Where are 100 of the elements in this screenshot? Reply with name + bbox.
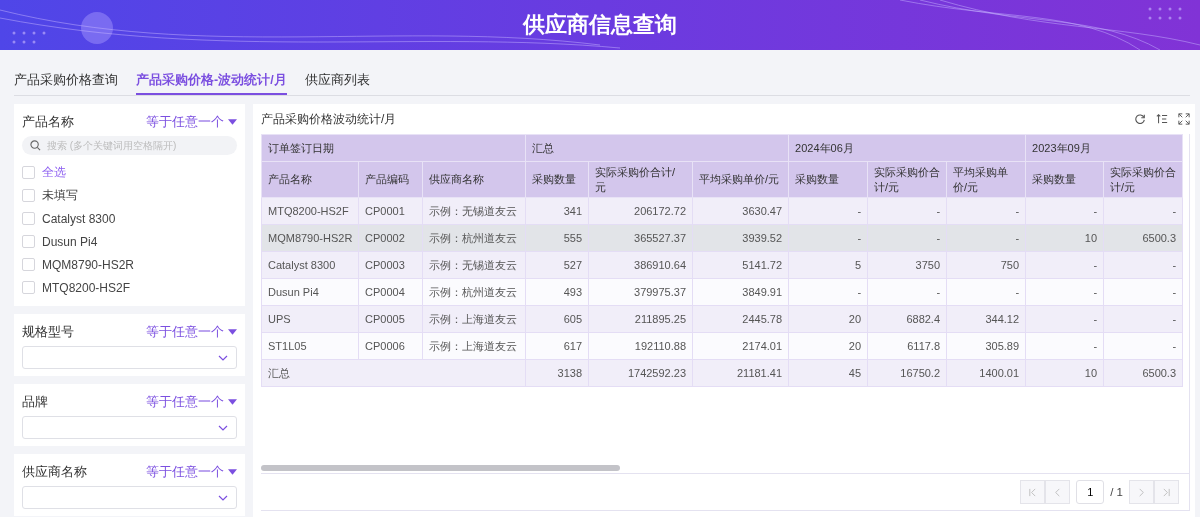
sort-icon[interactable] (1156, 113, 1168, 125)
operator-dropdown[interactable]: 等于任意一个 (146, 323, 237, 341)
table-row[interactable]: Dusun Pi4 CP0004 示例：杭州道友云 493 379975.37 3849.91 - - - - - (261, 278, 1183, 306)
checkbox[interactable] (22, 258, 35, 271)
option-label[interactable]: MTQ8200-HS2F (42, 280, 131, 295)
filter-label: 规格型号 (22, 323, 74, 341)
page-input[interactable]: 1 (1076, 480, 1105, 505)
table-cell: - (1025, 278, 1104, 306)
option-label[interactable]: MQM8790-HS2R (42, 257, 135, 272)
tab[interactable]: 产品采购价格查询 (14, 64, 118, 95)
table-cell: 示例：杭州道友云 (422, 224, 526, 252)
table-cell: - (867, 197, 947, 225)
refresh-icon[interactable] (1134, 113, 1146, 125)
select-field[interactable] (22, 416, 237, 439)
tab[interactable]: 产品采购价格-波动统计/月 (136, 64, 287, 95)
option-label[interactable]: Dusun Pi4 (42, 234, 98, 249)
table-cell: CP0005 (358, 305, 423, 333)
table-cell: - (1103, 278, 1183, 306)
column-header: 产品名称 (261, 161, 359, 198)
table-cell: CP0002 (358, 224, 423, 252)
table-cell: 3939.52 (692, 224, 789, 252)
select-field[interactable] (22, 346, 237, 369)
table-cell: MQM8790-HS2R (261, 224, 359, 252)
table-cell: 10 (1025, 224, 1104, 252)
table-cell: 305.89 (946, 332, 1026, 360)
table-cell: 2445.78 (692, 305, 789, 333)
table-row[interactable]: ST1L05 CP0006 示例：上海道友云 617 192110.88 2174.01 20 6117.8 305.89 - - (261, 332, 1183, 360)
circle-decoration (81, 12, 113, 44)
table-cell: 示例：无锡道友云 (422, 251, 526, 279)
column-header: 采购数量 (788, 161, 868, 198)
table-cell: Catalyst 8300 (261, 251, 359, 279)
operator-dropdown[interactable]: 等于任意一个 (146, 393, 237, 411)
fullscreen-icon[interactable] (1178, 113, 1190, 125)
table-row[interactable]: MTQ8200-HS2F CP0001 示例：无锡道友云 341 206172.72 3630.47 - - - - - (261, 197, 1183, 225)
table-cell: 2174.01 (692, 332, 789, 360)
table-row[interactable]: Catalyst 8300 CP0003 示例：无锡道友云 527 386910.64 5141.72 5 3750 750 - - (261, 251, 1183, 279)
column-header: 平均采购单价/元 (946, 161, 1026, 198)
table-cell: CP0001 (358, 197, 423, 225)
option-label[interactable]: Catalyst 8300 (42, 211, 116, 226)
table-cell: 6500.3 (1103, 359, 1183, 387)
operator-dropdown[interactable]: 等于任意一个 (146, 463, 237, 481)
operator-dropdown[interactable]: 等于任意一个 (146, 113, 237, 131)
column-header: 实际采购价合计/元 (588, 161, 693, 198)
table-cell: 605 (525, 305, 589, 333)
table-cell: 3750 (867, 251, 947, 279)
checkbox[interactable] (22, 281, 35, 294)
table-cell: 20 (788, 332, 868, 360)
caret-icon (228, 399, 237, 405)
option-label[interactable]: 全选 (42, 164, 66, 181)
checkbox[interactable] (22, 235, 35, 248)
table-cell: - (788, 224, 868, 252)
table-header-cell: 2024年06月 (788, 134, 1026, 162)
column-header: 采购数量 (1025, 161, 1104, 198)
highlighted-row[interactable]: MQM8790-HS2R CP0002 示例：杭州道友云 555 365527.37 3939.52 - - - 10 6500.3 (261, 224, 1183, 252)
table-cell: 示例：无锡道友云 (422, 197, 526, 225)
first-page-icon (1028, 487, 1038, 497)
table-cell: 344.12 (946, 305, 1026, 333)
table-row[interactable]: UPS CP0005 示例：上海道友云 605 211895.25 2445.78 20 6882.4 344.12 - - (261, 305, 1183, 333)
column-header: 采购数量 (525, 161, 589, 198)
table-cell: CP0003 (358, 251, 423, 279)
table-cell: - (1025, 197, 1104, 225)
table-cell: 341 (525, 197, 589, 225)
checkbox[interactable] (22, 212, 35, 225)
table-cell: 汇总 (261, 359, 526, 387)
table-header-cell: 2023年09月 (1025, 134, 1183, 162)
table-cell: - (1025, 251, 1104, 279)
table-cell: 750 (946, 251, 1026, 279)
filter-label: 产品名称 (22, 113, 74, 131)
table-cell: 示例：上海道友云 (422, 332, 526, 360)
column-header: 产品编码 (358, 161, 423, 198)
tab[interactable]: 供应商列表 (304, 64, 370, 95)
scrollbar-thumb[interactable] (261, 465, 620, 472)
table-cell: - (1103, 251, 1183, 279)
report-title: 产品采购价格波动统计/月 (261, 110, 397, 128)
table-cell: 10 (1025, 359, 1104, 387)
table-cell: 5 (788, 251, 868, 279)
table-cell: 386910.64 (588, 251, 693, 279)
table-cell: MTQ8200-HS2F (261, 197, 359, 225)
column-header: 实际采购价合计/元 (1103, 161, 1183, 198)
table-cell: 21181.41 (692, 359, 789, 387)
table-cell: - (867, 278, 947, 306)
option-label[interactable]: 未填写 (42, 187, 78, 204)
table-cell: 3849.91 (692, 278, 789, 306)
table-cell: - (1025, 305, 1104, 333)
select-field[interactable] (22, 486, 237, 509)
checkbox[interactable] (22, 166, 35, 179)
table-cell: 16750.2 (867, 359, 947, 387)
table-cell: 6500.3 (1103, 224, 1183, 252)
checkbox[interactable] (22, 189, 35, 202)
table-cell: 1400.01 (946, 359, 1026, 387)
table-cell: - (1025, 332, 1104, 360)
caret-icon (228, 119, 237, 125)
table-cell: - (867, 224, 947, 252)
table-cell: - (788, 197, 868, 225)
table-cell: 45 (788, 359, 868, 387)
table-cell: 1742592.23 (588, 359, 693, 387)
table-cell: - (1103, 332, 1183, 360)
chevron-down-icon (218, 424, 228, 431)
table-cell: UPS (261, 305, 359, 333)
table-cell: 211895.25 (588, 305, 693, 333)
